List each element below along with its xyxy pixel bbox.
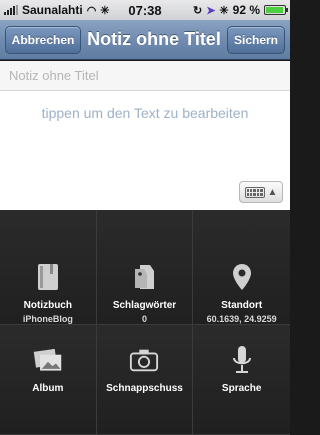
location-coordinates: 60.1639, 24.9259 — [206, 314, 277, 324]
cancel-button[interactable]: Abbrechen — [5, 25, 81, 54]
microphone-icon — [227, 345, 257, 375]
location-button[interactable]: Standort 60.1639, 24.9259 — [193, 210, 290, 325]
status-time: 07:38 — [128, 2, 162, 18]
activity-spinner-icon: ✳ — [100, 4, 110, 17]
keyboard-icon — [244, 186, 265, 198]
notebook-button[interactable]: Notizbuch iPhoneBlog — [0, 210, 97, 325]
navigation-bar: Abbrechen Notiz ohne Titel Sichern — [0, 20, 290, 60]
chevron-up-icon: ▲ — [267, 186, 278, 198]
note-title-input[interactable]: Notiz ohne Titel — [0, 61, 290, 91]
photo-album-icon — [33, 345, 63, 375]
album-label: Album — [32, 383, 64, 394]
battery-icon — [264, 5, 288, 15]
snapshot-label: Schnappschuss — [106, 383, 183, 394]
location-label: Standort — [221, 300, 263, 311]
voice-button[interactable]: Sprache — [193, 325, 290, 435]
note-body-input[interactable]: tippen um den Text zu bearbeiten — [0, 105, 290, 121]
snapshot-button[interactable]: Schnappschuss — [96, 325, 194, 435]
battery-percent: 92 % — [232, 3, 260, 17]
page-title: Notiz ohne Titel — [87, 29, 221, 49]
carrier-name: Saunalahti — [22, 3, 83, 17]
camera-icon — [129, 345, 159, 375]
keyboard-toggle-button[interactable]: ▲ — [239, 181, 283, 203]
location-pin-icon — [227, 262, 257, 292]
tags-button[interactable]: Schlagwörter 0 — [96, 210, 194, 325]
bluetooth-icon: ✳ — [219, 4, 229, 17]
signal-strength-icon — [4, 5, 18, 15]
note-editor: Notiz ohne Titel tippen um den Text zu b… — [0, 61, 290, 210]
status-bar: Saunalahti ◠ ✳ 07:38 ↻ ➤ ✳ 92 % — [0, 0, 290, 20]
location-arrow-icon: ➤ — [206, 4, 216, 17]
wifi-icon: ◠ — [86, 4, 97, 17]
rotation-lock-icon: ↻ — [192, 4, 203, 17]
notebook-icon — [33, 262, 63, 292]
notebook-label: Notizbuch — [23, 300, 72, 311]
tags-label: Schlagwörter — [112, 300, 177, 311]
album-button[interactable]: Album — [0, 325, 97, 435]
save-button[interactable]: Sichern — [227, 25, 285, 54]
attachment-grid: Notizbuch iPhoneBlog Schlagwörter 0 Stan… — [0, 210, 290, 435]
tags-count: 0 — [141, 314, 147, 324]
voice-label: Sprache — [221, 383, 262, 394]
tag-icon — [129, 262, 159, 292]
notebook-value: iPhoneBlog — [22, 314, 73, 324]
